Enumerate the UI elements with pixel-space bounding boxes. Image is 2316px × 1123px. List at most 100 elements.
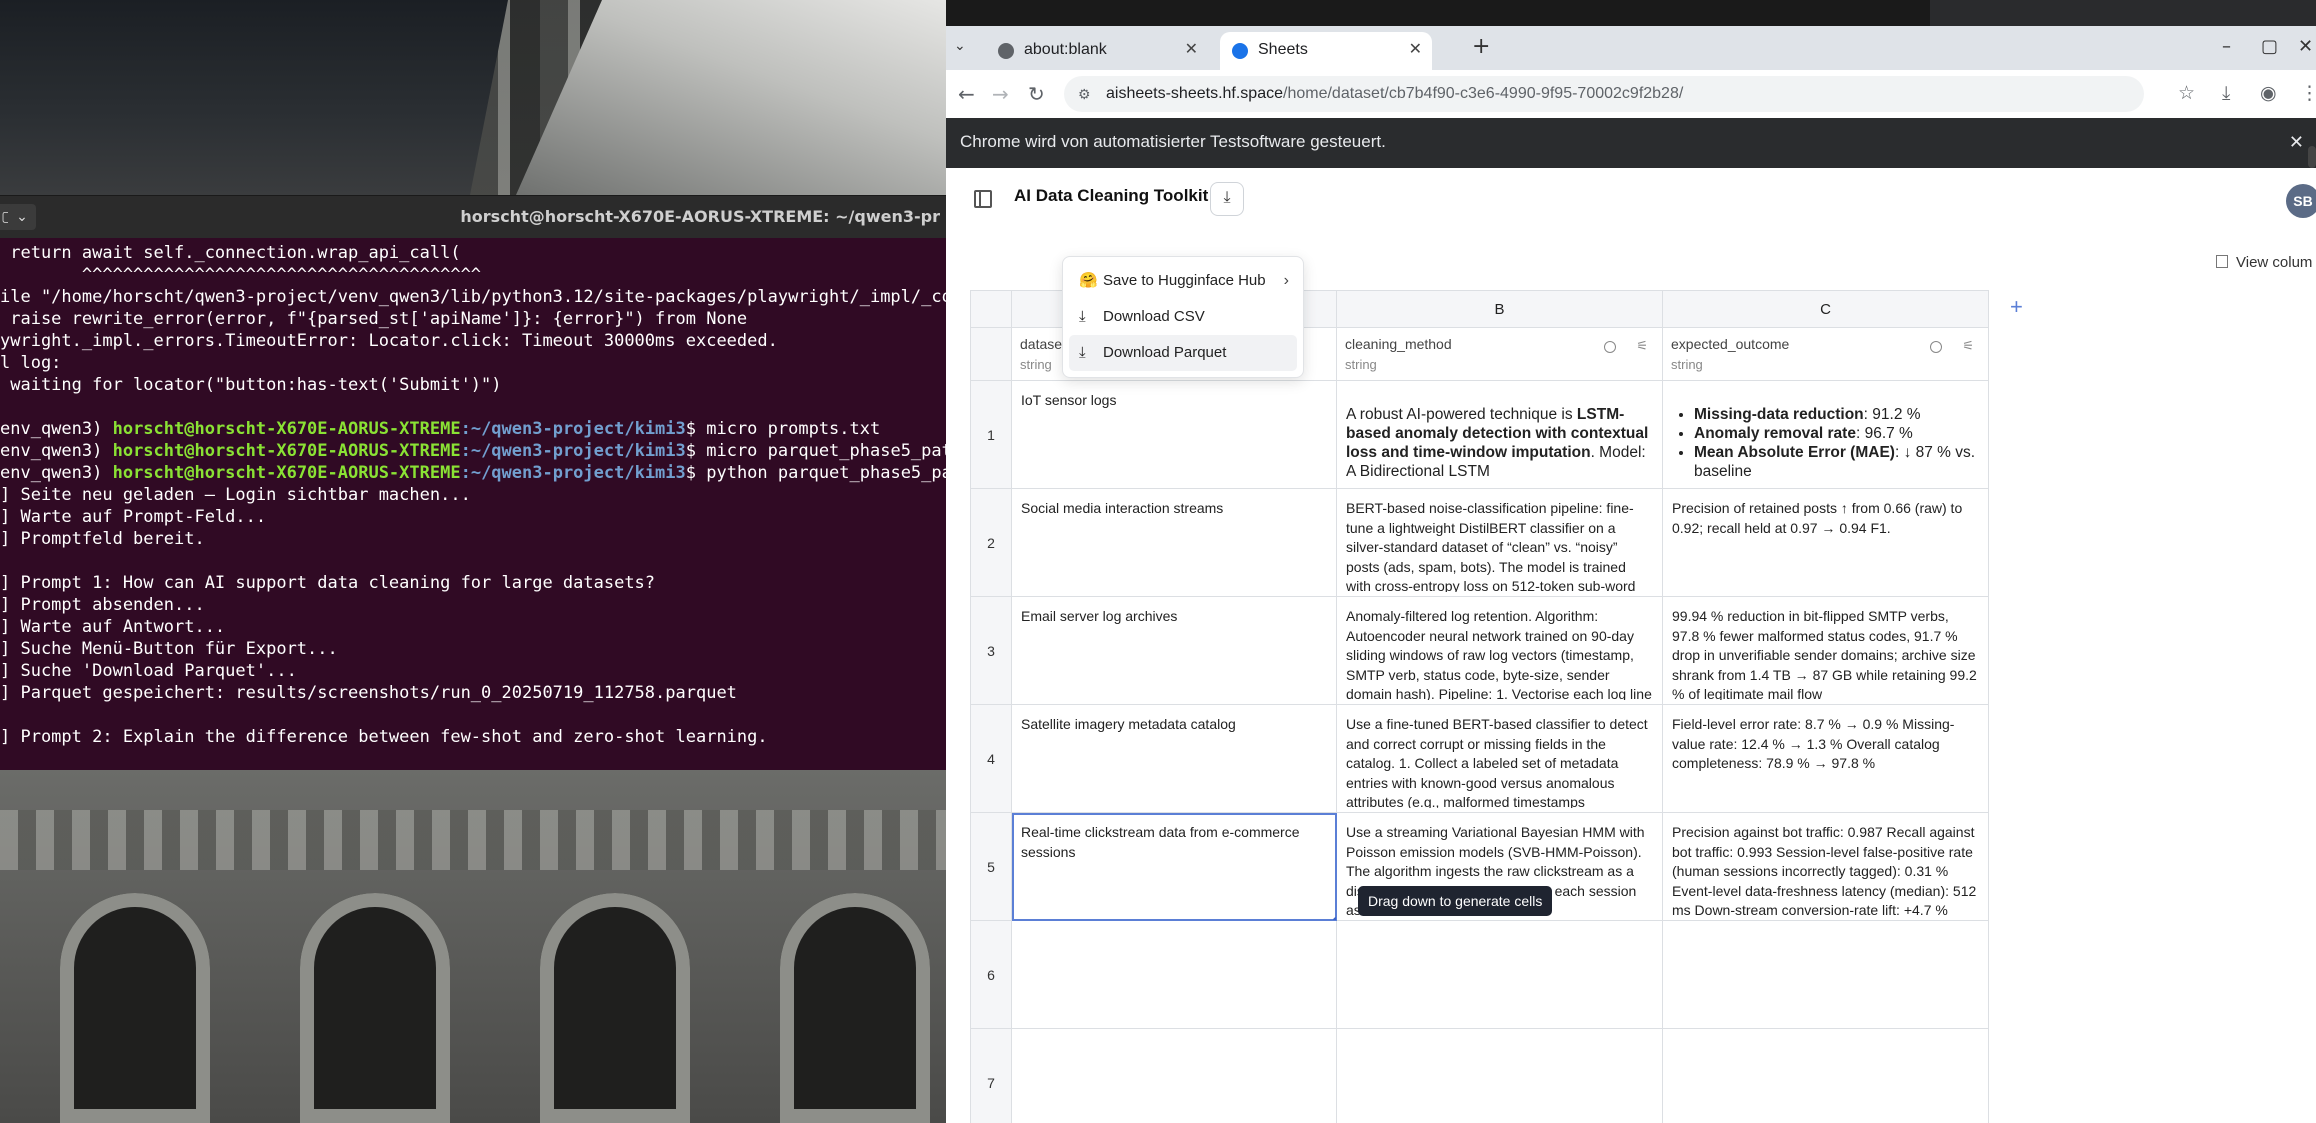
row-number[interactable]: 6 <box>970 920 1012 1029</box>
url-text: aisheets-sheets.hf.space/home/dataset/cb… <box>1106 76 1683 112</box>
column-settings-icon[interactable]: ⚟ <box>1962 338 1974 354</box>
table-cell[interactable]: BERT-based noise-classification pipeline… <box>1336 488 1663 597</box>
table-cell[interactable]: A robust AI-powered technique is LSTM-ba… <box>1336 380 1663 489</box>
forward-arrow-icon[interactable]: → <box>992 82 1009 106</box>
row-number[interactable]: 5 <box>970 812 1012 921</box>
table-cell[interactable] <box>1662 920 1989 1029</box>
hugging-face-icon: 🤗 <box>1079 272 1098 289</box>
terminal-line: raise rewrite_error(error, f"{parsed_st[… <box>0 309 748 329</box>
data-grid: BCdataset_descriptionstringcleaning_meth… <box>970 290 1989 1123</box>
profile-icon[interactable]: ◉ <box>2260 82 2277 104</box>
table-cell[interactable]: Satellite imagery metadata catalog <box>1011 704 1337 813</box>
close-infobar-icon[interactable]: ✕ <box>2289 118 2304 166</box>
terminal-line: ] Seite neu geladen – Login sichtbar mac… <box>0 485 471 505</box>
regenerate-icon[interactable] <box>1930 341 1942 353</box>
table-cell[interactable]: Social media interaction streams <box>1011 488 1337 597</box>
tab-label: Sheets <box>1258 41 1308 58</box>
wallpaper-arch <box>60 893 210 1123</box>
table-cell[interactable] <box>1011 1028 1337 1123</box>
cell-text: Real-time clickstream data from e-commer… <box>1021 824 1300 860</box>
table-cell[interactable]: Real-time clickstream data from e-commer… <box>1011 812 1337 921</box>
terminal-title: horscht@horscht-X670E-AORUS-XTREME: ~/qw… <box>460 207 940 226</box>
table-cell[interactable]: Precision against bot traffic: 0.987 Rec… <box>1662 812 1989 921</box>
menu-item-label: Download CSV <box>1103 308 1205 325</box>
automation-message: Chrome wird von automatisierter Testsoft… <box>960 132 1386 151</box>
column-letter[interactable]: C <box>1662 290 1989 328</box>
row-number[interactable]: 2 <box>970 488 1012 597</box>
table-cell[interactable] <box>1011 920 1337 1029</box>
table-row: 1 IoT sensor logs A robust AI-powered tech… <box>970 380 1989 489</box>
cell-text <box>1672 931 1979 1024</box>
downloads-icon[interactable]: ⤓ <box>2222 82 2230 104</box>
terminal-output[interactable]: return await self._connection.wrap_api_c… <box>0 238 946 767</box>
column-header-expected_outcome[interactable]: expected_outcome string ⚟ <box>1662 327 1989 381</box>
prompt-cmd: $ python parquet_phase5_patch <box>685 463 946 483</box>
desktop-wallpaper-bottom <box>0 770 946 1123</box>
table-cell[interactable] <box>1336 1028 1663 1123</box>
cell-text: Use a fine-tuned BERT-based classifier t… <box>1346 716 1648 808</box>
desktop-wallpaper-strip <box>1930 0 2316 26</box>
new-tab-plus-icon[interactable]: + <box>1472 34 1490 59</box>
table-cell[interactable] <box>1662 1028 1989 1123</box>
table-cell[interactable]: IoT sensor logs <box>1011 380 1337 489</box>
site-info-icon[interactable]: ⚙ <box>1078 76 1091 112</box>
regenerate-icon[interactable] <box>1604 341 1616 353</box>
table-cell[interactable]: Use a fine-tuned BERT-based classifier t… <box>1336 704 1663 813</box>
column-header-cleaning_method[interactable]: cleaning_method string ⚟ <box>1336 327 1663 381</box>
columns-icon <box>2216 255 2228 268</box>
scrollbar-thumb[interactable] <box>2308 146 2316 168</box>
add-column-button[interactable]: + <box>2010 294 2023 320</box>
reload-icon[interactable]: ↻ <box>1028 82 1045 106</box>
export-button[interactable]: ⤓ <box>1210 182 1244 216</box>
close-tab-icon[interactable]: ✕ <box>1185 32 1198 68</box>
download-icon: ⤓ <box>1079 344 1086 361</box>
row-number[interactable]: 1 <box>970 380 1012 489</box>
table-cell[interactable]: Email server log archives <box>1011 596 1337 705</box>
sidebar-toggle-icon[interactable] <box>974 190 992 208</box>
table-cell[interactable]: Missing-data reduction: 91.2 %Anomaly re… <box>1662 380 1989 489</box>
back-arrow-icon[interactable]: ← <box>958 82 975 106</box>
avatar[interactable]: SB <box>2286 184 2316 218</box>
menu-item-save-to-hub[interactable]: 🤗 Save to Hugginface Hub › <box>1069 263 1297 299</box>
cell-text <box>1021 1039 1327 1123</box>
tab-search-chevron-icon[interactable]: ⌄ <box>954 38 966 54</box>
metric-name: Anomaly removal rate <box>1694 425 1856 442</box>
terminal-menu-chevron-icon[interactable]: ⌄ <box>8 204 36 230</box>
table-cell[interactable] <box>1336 920 1663 1029</box>
url-host: aisheets-sheets.hf.space <box>1106 85 1283 102</box>
tooltip: Drag down to generate cells <box>1358 886 1553 916</box>
tab-sheets[interactable]: Sheets ✕ <box>1220 32 1432 70</box>
menu-kebab-icon[interactable]: ⋮ <box>2300 82 2316 104</box>
table-cell[interactable]: Precision of retained posts ↑ from 0.66 … <box>1662 488 1989 597</box>
terminal-titlebar[interactable]: ▢ ⌄ horscht@horscht-X670E-AORUS-XTREME: … <box>0 196 946 238</box>
bookmark-star-icon[interactable]: ☆ <box>2178 82 2195 104</box>
corner-cell <box>970 327 1012 381</box>
minimize-icon[interactable]: – <box>2222 36 2231 57</box>
maximize-icon[interactable]: ▢ <box>2261 36 2278 57</box>
metric-name: Mean Absolute Error (MAE) <box>1694 444 1895 461</box>
wallpaper-arch <box>780 893 930 1123</box>
table-row: 6 <box>970 920 1989 1029</box>
close-window-icon[interactable]: ✕ <box>2298 36 2313 57</box>
table-cell[interactable]: Anomaly-filtered log retention. Algorith… <box>1336 596 1663 705</box>
terminal-line: ^^^^^^^^^^^^^^^^^^^^^^^^^^^^^^^^^^^^^^^ <box>0 265 482 285</box>
menu-item-download-parquet[interactable]: ⤓ Download Parquet <box>1069 335 1297 371</box>
close-tab-icon[interactable]: ✕ <box>1409 32 1422 68</box>
menu-item-download-csv[interactable]: ⤓ Download CSV <box>1069 299 1297 335</box>
table-cell[interactable]: 99.94 % reduction in bit-flipped SMTP ve… <box>1662 596 1989 705</box>
address-bar[interactable]: ⚙ aisheets-sheets.hf.space/home/dataset/… <box>1064 76 2144 112</box>
terminal-window[interactable]: ▢ ⌄ horscht@horscht-X670E-AORUS-XTREME: … <box>0 196 946 770</box>
row-number[interactable]: 3 <box>970 596 1012 705</box>
column-type: string <box>1345 357 1377 372</box>
column-settings-icon[interactable]: ⚟ <box>1636 338 1648 354</box>
tab-label: about:blank <box>1024 41 1107 58</box>
column-letter[interactable]: B <box>1336 290 1663 328</box>
view-columns-button[interactable]: View colum <box>2216 254 2312 271</box>
table-cell[interactable]: Field-level error rate: 8.7 % → 0.9 % Mi… <box>1662 704 1989 813</box>
tab-about-blank[interactable]: about:blank ✕ <box>986 32 1208 70</box>
browser-window[interactable]: ⌄ about:blank ✕ Sheets ✕ + – ▢ ✕ ← → ↻ ⚙… <box>946 26 2316 1123</box>
list-item: Mean Absolute Error (MAE): ↓ 87 % vs. ba… <box>1694 443 1979 481</box>
row-number[interactable]: 4 <box>970 704 1012 813</box>
row-number[interactable]: 7 <box>970 1028 1012 1123</box>
